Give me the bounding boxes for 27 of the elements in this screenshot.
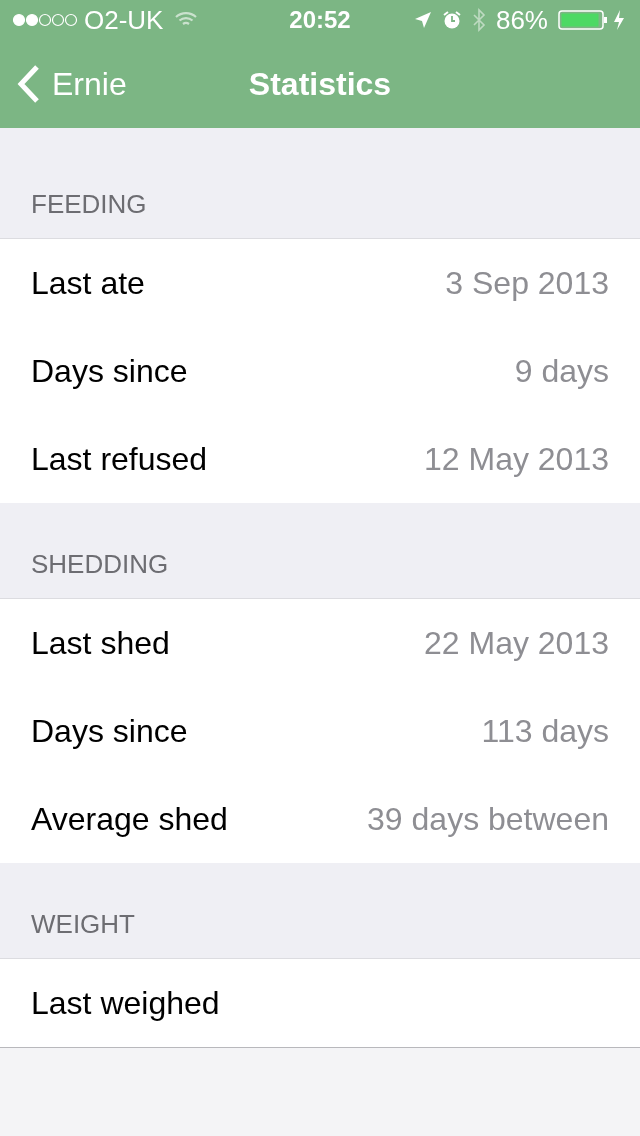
row-label: Last refused [31, 440, 208, 479]
row-value: 113 days [481, 712, 609, 751]
row-label: Last ate [31, 264, 145, 303]
section-header: SHEDDING [31, 548, 169, 581]
row-label: Last weighed [31, 984, 220, 1023]
row-value: 22 May 2013 [424, 624, 609, 663]
carrier-name: O2-UK [84, 3, 164, 37]
row-value: 3 Sep 2013 [445, 264, 609, 303]
row-label: Days since [31, 352, 188, 391]
alarm-clock-icon [441, 10, 462, 30]
section-header: WEIGHT [31, 908, 135, 941]
signal-icon [12, 13, 78, 27]
screen-title: Statistics [248, 65, 392, 104]
status-time: 20:52 [289, 5, 351, 35]
row-label: Last shed [31, 624, 170, 663]
chevron-left-icon [16, 64, 40, 104]
row-value: 39 days between [367, 800, 609, 839]
bluetooth-icon [471, 8, 486, 32]
row-value: 12 May 2013 [424, 440, 609, 479]
location-arrow-icon [413, 11, 432, 29]
row-value: 9 days [514, 352, 609, 391]
section-header: FEEDING [31, 188, 147, 221]
row-label: Days since [31, 712, 188, 751]
wifi-icon [175, 12, 198, 28]
row-label: Average shed [31, 800, 228, 839]
battery-percentage: 86% [495, 3, 548, 37]
back-button[interactable]: Ernie [16, 60, 127, 108]
